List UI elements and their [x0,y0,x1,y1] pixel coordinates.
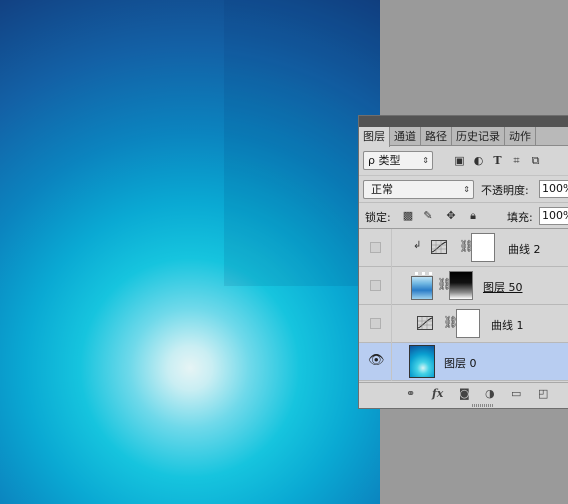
visibility-toggle[interactable] [370,280,381,291]
layer-mask-thumbnail[interactable] [456,309,480,338]
shape-filter-icon[interactable]: ⌗ [510,155,523,167]
canvas-shade-region [224,0,380,286]
image-filter-icon[interactable]: ▣ [453,155,466,167]
panel-tabs: 图层 通道 路径 历史记录 动作 [359,127,568,147]
tab-paths[interactable]: 路径 [421,127,452,145]
layer-row[interactable]: ↲ ⛓︎ 曲线 2 [359,229,568,267]
new-group-icon[interactable]: ▭ [511,387,521,401]
corner-mark [422,272,425,275]
fx-icon[interactable]: fx [432,387,443,401]
link-icon[interactable]: ⚭ [406,387,415,401]
lock-brush-icon[interactable]: ✎ [422,210,434,222]
filter-type-label: ρ 类型 [368,154,401,167]
tab-history[interactable]: 历史记录 [452,127,505,145]
blend-mode-select[interactable]: 正常 ⇕ [363,180,474,199]
corner-mark [415,272,418,275]
divider [391,229,392,267]
up-down-arrow-icon: ⇕ [463,185,470,194]
eye-icon[interactable]: 👁︎ [368,353,385,369]
layer-row[interactable]: ⛓︎ 图层 50 [359,267,568,305]
visibility-toggle[interactable] [370,318,381,329]
lock-all-icon[interactable]: 🔒︎ [467,210,479,222]
layer-name[interactable]: 图层 0 [444,355,477,371]
blend-mode-value: 正常 [371,183,393,196]
blend-row: 正常 ⇕ 不透明度: 100% [359,175,568,202]
opacity-label: 不透明度: [481,184,529,197]
lock-row: 锁定: ▩ ✎ ✥ 🔒︎ 填充: 100% [359,202,568,229]
curves-icon [417,316,433,330]
opacity-input[interactable]: 100% [539,180,568,198]
layer-mask-thumbnail[interactable] [471,233,495,262]
divider [391,343,392,381]
up-down-arrow-icon: ⇕ [422,156,429,165]
layer-name[interactable]: 曲线 2 [508,241,541,257]
layer-name[interactable]: 图层 50 [483,279,523,295]
layer-thumbnail[interactable] [411,272,433,300]
resize-grip[interactable] [472,404,494,407]
fill-input[interactable]: 100% [539,207,568,225]
lock-position-icon[interactable]: ✥ [445,210,457,222]
filter-type-select[interactable]: ρ 类型 ⇕ [363,151,433,170]
new-layer-icon[interactable]: ◰ [538,387,548,401]
lock-transparent-icon[interactable]: ▩ [402,210,414,222]
divider [391,267,392,305]
type-filter-icon[interactable]: T [491,155,504,167]
smart-object-filter-icon[interactable]: ⧉ [529,155,542,167]
layer-list: ↲ ⛓︎ 曲线 2 ⛓︎ 图层 50 ⛓︎ 曲线 1 👁︎ 图层 0 [359,229,568,381]
tab-actions[interactable]: 动作 [505,127,536,145]
layer-row[interactable]: ⛓︎ 曲线 1 [359,305,568,343]
new-adjustment-icon[interactable]: ◑ [485,387,495,401]
tab-channels[interactable]: 通道 [390,127,421,145]
document-canvas[interactable] [0,0,380,504]
divider [391,305,392,343]
filter-row: ρ 类型 ⇕ ▣ ◐ T ⌗ ⧉ [359,146,568,175]
add-mask-icon[interactable]: ◙ [459,387,470,401]
panel-title-bar[interactable] [359,116,568,127]
clipping-arrow-icon: ↲ [413,240,422,251]
corner-mark [429,272,432,275]
layers-panel: 图层 通道 路径 历史记录 动作 ρ 类型 ⇕ ▣ ◐ T ⌗ ⧉ 正常 ⇕ 不… [358,115,568,409]
layer-mask-thumbnail[interactable] [449,271,473,300]
fill-label: 填充: [507,211,533,224]
layer-name[interactable]: 曲线 1 [491,317,524,333]
lock-label: 锁定: [365,211,391,224]
panel-footer: ⚭ fx ◙ ◑ ▭ ◰ [359,382,568,408]
adjustment-filter-icon[interactable]: ◐ [472,155,485,167]
tab-layers[interactable]: 图层 [359,127,390,147]
curves-icon [431,240,447,254]
visibility-toggle[interactable] [370,242,381,253]
layer-row-selected[interactable]: 👁︎ 图层 0 [359,343,568,381]
layer-thumbnail[interactable] [409,345,435,378]
